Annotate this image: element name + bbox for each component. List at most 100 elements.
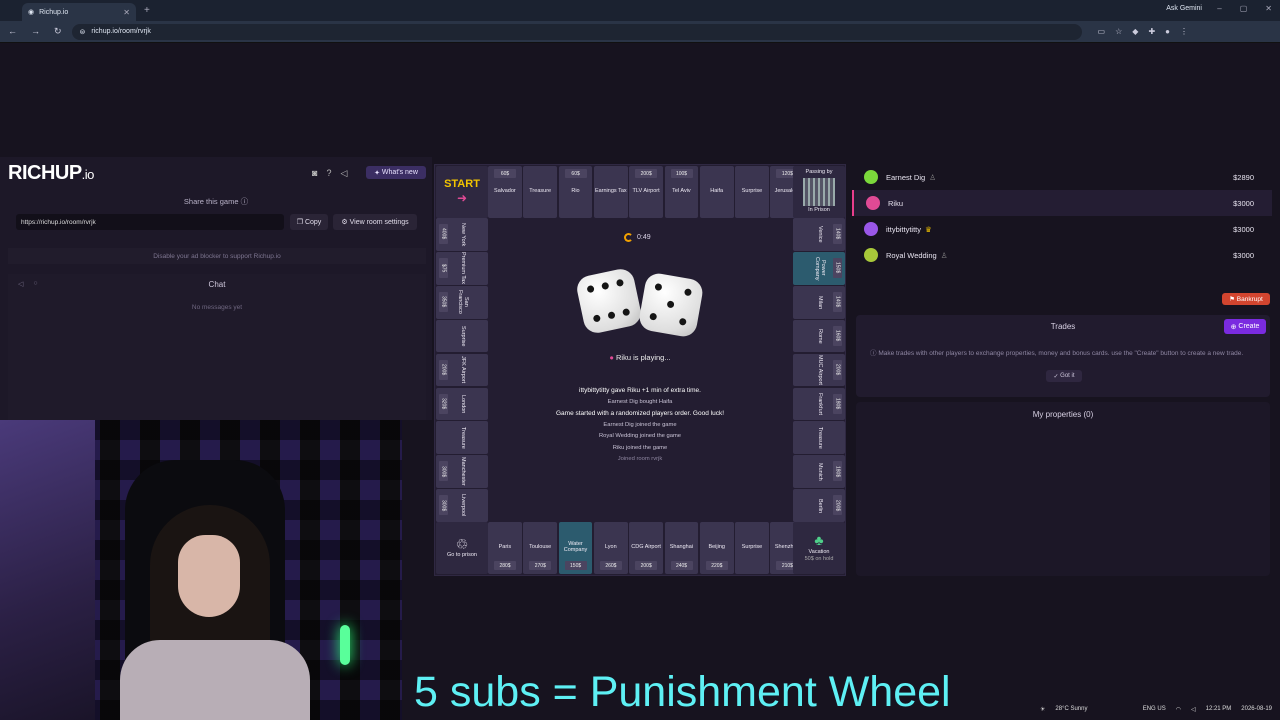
player-name: ittybittytitty [886,224,922,234]
cell-name: Treasure [529,188,552,195]
site-info-icon[interactable]: ⊜ [80,28,86,36]
ask-gemini-button[interactable]: Ask Gemini [1166,5,1202,12]
board-cell-earnings-tax[interactable]: Earnings Tax [593,166,628,218]
cell-price: 140$ [833,224,842,244]
close-window-icon[interactable]: ✕ [1265,4,1272,13]
cell-name: Treasure [459,426,466,449]
bankrupt-button[interactable]: ⚑ Bankrupt [1222,293,1270,305]
webcam-shirt [120,640,310,720]
room-settings-label: View room settings [349,218,409,226]
turn-status-text: Riku is playing... [616,353,671,362]
cell-name: Berlin [816,498,823,513]
browser-tab[interactable]: ◉ Richup.io ✕ [22,3,136,21]
board-cell-treasure[interactable]: Treasure [793,421,845,455]
board-cell-surprise[interactable]: Surprise [735,522,769,574]
close-tab-icon[interactable]: ✕ [123,8,130,17]
got-it-button[interactable]: ✓ Got it [1046,370,1082,382]
profile-icon[interactable]: ● [1165,27,1170,36]
whats-new-button[interactable]: ✦ What's new [366,166,426,179]
player-name: Earnest Dig [886,172,926,182]
clock-time[interactable]: 12:21 PM [1206,706,1232,712]
die-pip [678,317,687,326]
address-text: richup.io/room/rvrjk [91,28,151,35]
die-pip [683,288,693,297]
room-settings-button[interactable]: ⚙ View room settings [333,214,417,230]
player-row[interactable]: ittybittytitty ♛ $3000 [852,216,1272,242]
cell-name: Toulouse [529,544,552,551]
logo-text: RICHUP [8,162,82,184]
clock-date: 2026-08-19 [1241,706,1272,712]
nav-buttons: ← → ↻ [8,26,62,37]
browser-tab-strip: ◉ Richup.io ✕ + Ask Gemini – ▢ ✕ [0,0,1280,21]
menu-icon[interactable]: ⋮ [1180,27,1188,36]
bookmark-star-icon[interactable]: ☆ [1115,27,1122,36]
board-cell-treasure[interactable]: Treasure [436,421,488,455]
gear-icon: ⚙ [341,219,350,226]
player-row[interactable]: Earnest Dig ♙ $2890 [852,164,1272,190]
cell-name: Liverpool [459,494,466,517]
create-trade-button[interactable]: ⊕ Create [1224,319,1266,334]
create-label: Create [1238,323,1260,330]
cell-price: 60$ [564,169,587,178]
volume-icon[interactable]: ◁ [1191,706,1196,713]
info-icon[interactable]: ⓘ [241,197,249,206]
cell-price: 100$ [670,169,693,178]
cell-price: 200$ [635,169,658,178]
puzzle-icon[interactable]: ✚ [1148,27,1155,36]
cell-price: 350$ [439,291,448,312]
player-row[interactable]: Royal Wedding ♙ $3000 [852,242,1272,268]
my-properties-title: My properties (0) [1032,410,1094,419]
board-cell-treasure[interactable]: Treasure [523,166,558,218]
log-entry: Game started with a randomized players o… [556,410,724,417]
copy-label: Copy [304,218,322,226]
copy-icon: ❐ [296,219,305,226]
reload-icon[interactable]: ↻ [54,26,62,37]
wifi-icon[interactable]: ◠ [1176,706,1181,713]
die-pip [666,300,675,309]
player-user-icon: ♙ [940,250,948,260]
copy-button[interactable]: ❐ Copy [290,214,328,230]
sound-icon[interactable]: ◁ [340,168,347,179]
player-row-active[interactable]: Riku $3000 [852,190,1272,216]
game-log: ittybittytitty gave Riku +1 min of extra… [520,385,760,466]
new-tab-button[interactable]: + [144,5,150,16]
cell-price: 160$ [833,325,842,346]
cell-price: 200$ [833,359,842,380]
go-to-prison-corner: ♲ Go to prison [436,522,488,574]
share-link-input[interactable]: https://richup.io/room/rvrjk [16,214,284,230]
maximize-icon[interactable]: ▢ [1240,4,1248,13]
die-pip [622,308,631,317]
lang-indicator[interactable]: ENG US [1143,706,1166,712]
timer-spinner-icon [624,233,633,242]
cell-price: 150$ [564,561,587,570]
address-bar[interactable]: ⊜ richup.io/room/rvrjk [71,23,1082,40]
richup-logo[interactable]: RICHUP.io [8,162,94,185]
minimize-icon[interactable]: – [1217,4,1221,13]
board-cell-surprise[interactable]: Surprise [735,166,769,218]
die-pip [654,282,663,292]
board-cell-surprise[interactable]: Surprise [436,319,488,353]
share-title-text: Share this game [183,197,239,206]
help-icon[interactable]: ? [326,168,331,179]
discord-icon[interactable]: ◙ [312,168,317,179]
cell-name: Earnings Tax [594,188,627,195]
player-money: $3000 [1233,224,1254,234]
forward-icon[interactable]: → [31,26,40,37]
cell-price: 240$ [670,561,693,570]
browser-toolbar: ← → ↻ ⊜ richup.io/room/rvrjk ▭ ☆ ◆ ✚ ● ⋮ [0,21,1280,43]
weather-text: 28°C Sunny [1055,706,1088,712]
cell-name: Lyon [604,544,617,551]
extension-icon[interactable]: ◆ [1132,27,1138,36]
die-two [637,271,705,339]
player-user-icon: ♙ [929,172,936,182]
cell-name: Premium Tax [459,252,466,285]
cell-name: London [459,394,466,414]
log-entry: ittybittytitty gave Riku +1 min of extra… [579,387,701,394]
back-icon[interactable]: ← [8,26,17,37]
cell-name: Munich [816,462,823,481]
cell-name: Shanghai [669,544,694,551]
board-cell-haifa[interactable]: Haifa [699,166,734,218]
cell-price: 320$ [439,393,448,414]
trades-info-text: Make trades with other players to exchan… [878,350,1244,357]
cast-icon[interactable]: ▭ [1098,27,1106,36]
